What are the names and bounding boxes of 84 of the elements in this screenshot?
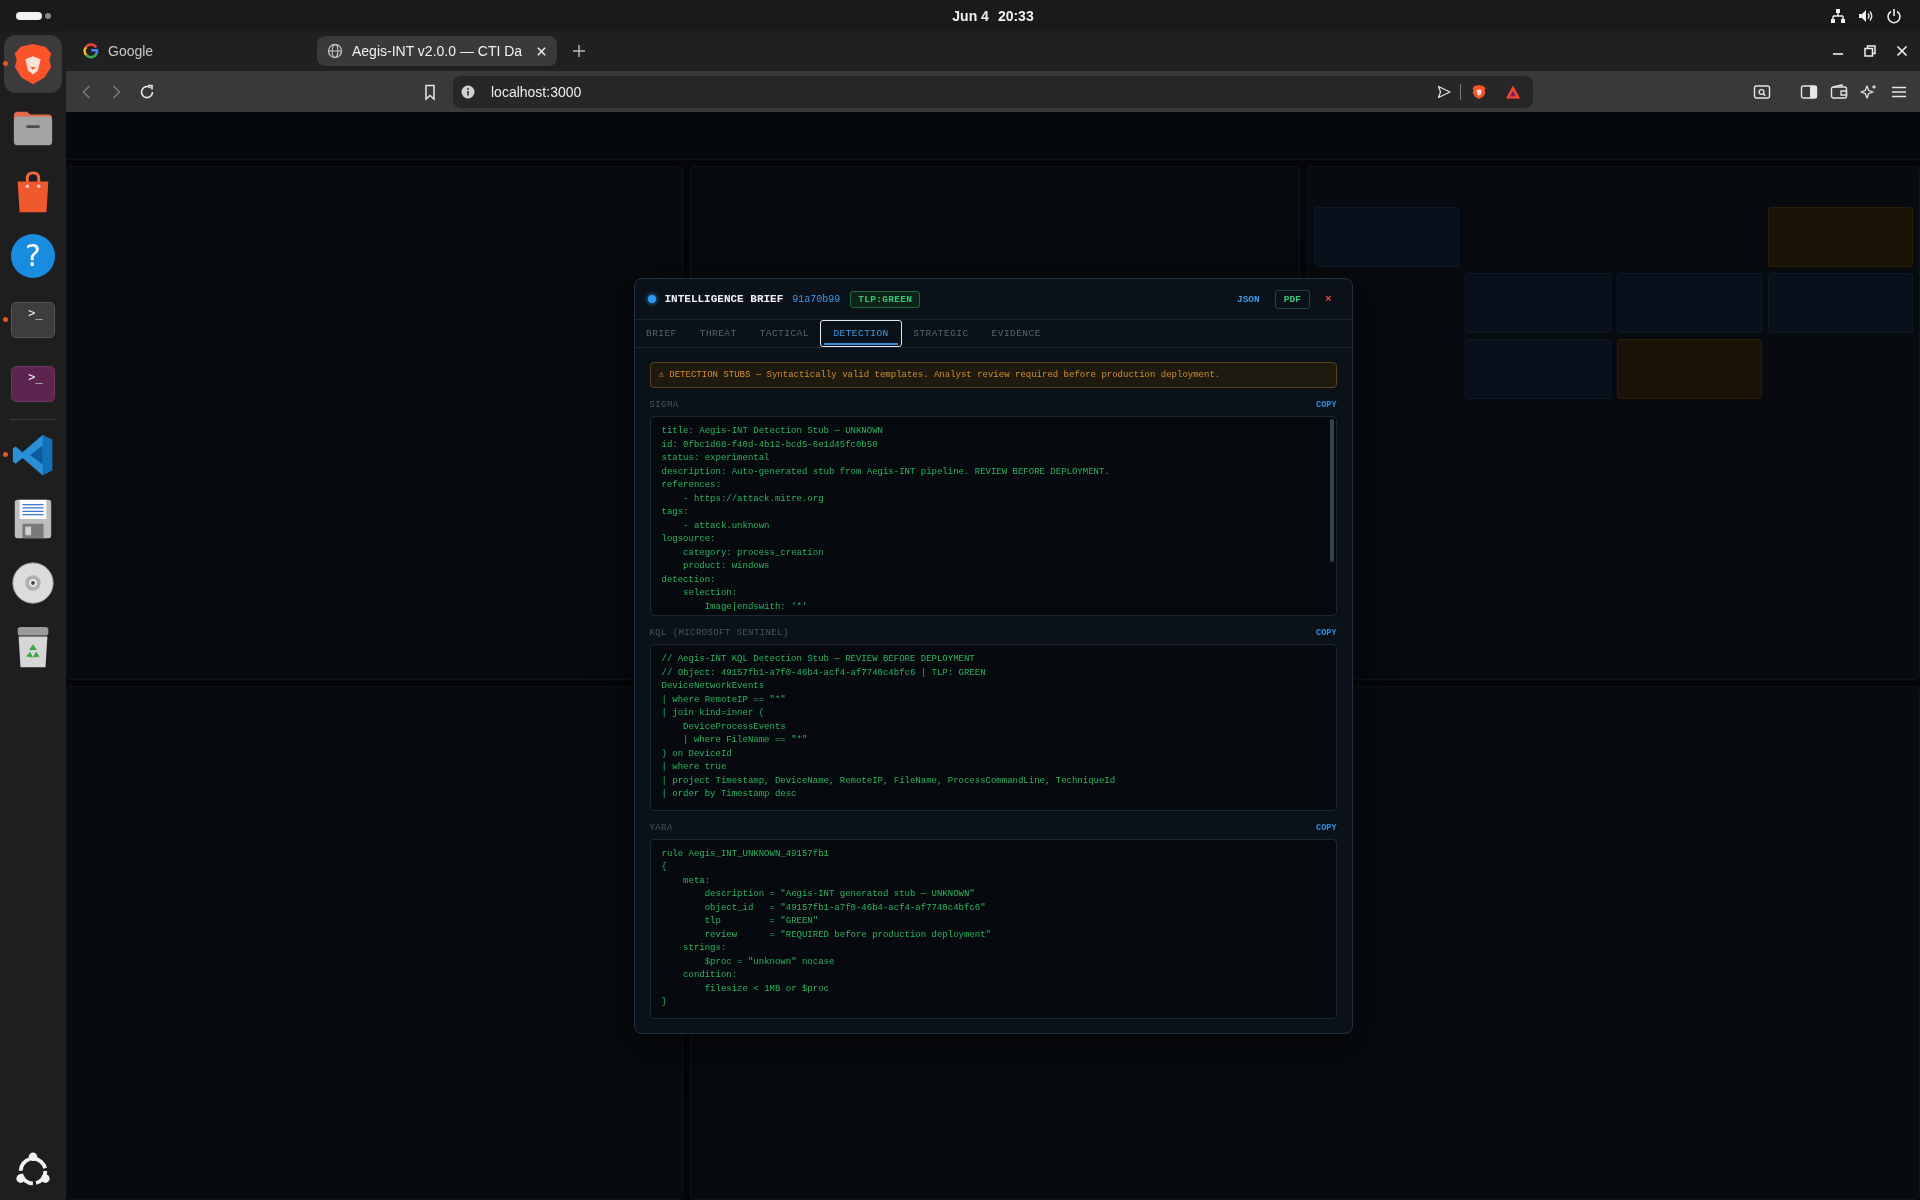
clock-button[interactable]: Jun 4 20:33 xyxy=(952,6,1034,25)
reload-icon[interactable] xyxy=(138,82,156,101)
code-line: | where FileName == "*" xyxy=(683,735,808,746)
code-line: | order by Timestamp desc xyxy=(661,789,797,800)
code-line: condition: xyxy=(683,970,738,981)
browser-tab[interactable]: Aegis-INT v2.0.0 — CTI Da xyxy=(317,36,557,66)
tab[interactable]: THREAT xyxy=(688,320,749,348)
section-label: YARA xyxy=(649,822,673,833)
restore-icon[interactable] xyxy=(1863,44,1877,58)
code-line: description = "Aegis-INT generated stub — UNKNOWN" xyxy=(704,889,975,900)
close-button[interactable]: × xyxy=(1324,293,1332,306)
code-line: DeviceNetworkEvents xyxy=(661,681,765,692)
code-line: description: Auto-generated stub from Aegis-INT pipeline. REVIEW BEFORE DEPLOYMENT. xyxy=(661,466,1110,477)
terminal-icon[interactable]: >_ xyxy=(11,302,55,338)
network-icon[interactable] xyxy=(1830,7,1846,24)
terminal-icon[interactable]: >_ xyxy=(11,366,55,402)
code-line: id: 0fbc1d68-f40d-4b12-bcd5-6e1d45fc0b50 xyxy=(661,439,878,450)
tab[interactable]: BRIEF xyxy=(634,320,689,348)
section-label: SIGMA xyxy=(649,400,679,411)
tab[interactable]: DETECTION xyxy=(820,320,902,348)
code-line: ) on DeviceId xyxy=(661,748,732,759)
close-icon[interactable] xyxy=(1895,44,1909,58)
help-icon[interactable]: ? xyxy=(11,234,55,278)
workspace-indicator-icon[interactable] xyxy=(16,10,52,21)
json-export-link[interactable]: JSON xyxy=(1236,293,1260,305)
code-line: selection: xyxy=(683,588,738,599)
code-line: - https://attack.mitre.org xyxy=(683,493,824,504)
scrollbar[interactable] xyxy=(1329,419,1334,562)
object-id: 91a70b99 xyxy=(792,293,841,305)
code-line: } xyxy=(661,997,667,1008)
window-search-icon[interactable] xyxy=(1753,82,1771,101)
address-field[interactable]: localhost:3000 xyxy=(453,75,1533,108)
code-line: tlp = "GREEN" xyxy=(704,916,819,927)
code-line: product: windows xyxy=(683,561,770,572)
code-line: - attack.unknown xyxy=(683,520,770,531)
dock-item[interactable] xyxy=(4,35,62,93)
code-line: // Object: 49157fb1-a7f0-46b4-acf4-af7740c4bfc6 | TLP: GREEN xyxy=(661,667,986,678)
send-icon[interactable] xyxy=(1436,83,1452,100)
code-line: strings: xyxy=(683,943,727,954)
code-line: Image|endswith: '*' xyxy=(704,601,808,612)
wallet-icon[interactable] xyxy=(1830,82,1848,101)
warning-banner: ⚠ DETECTION STUBS — Syntactically valid templates. Analyst review required before production deployment. xyxy=(649,362,1337,389)
g-logo-icon xyxy=(83,43,99,59)
power-icon[interactable] xyxy=(1886,7,1902,24)
code-line: meta: xyxy=(683,875,711,886)
tab[interactable]: STRATEGIC xyxy=(901,320,981,348)
code-line: title: Aegis-INT Detection Stub — UNKNOWN xyxy=(661,426,883,437)
code-line: references: xyxy=(661,480,721,491)
plus-icon[interactable] xyxy=(571,43,587,59)
code-line: | where true xyxy=(661,762,727,773)
info-icon[interactable] xyxy=(461,84,475,99)
code-line: { xyxy=(661,862,667,873)
close-icon[interactable] xyxy=(536,45,547,57)
pdf-export-button[interactable]: PDF xyxy=(1274,289,1310,309)
copy-button[interactable]: COPY xyxy=(1316,400,1337,411)
status-dot-icon xyxy=(647,295,656,304)
tab[interactable]: TACTICAL xyxy=(748,320,821,348)
triangle-icon[interactable] xyxy=(1505,83,1521,100)
globe-icon xyxy=(327,43,343,59)
code-line: $proc = "unknown" nocase xyxy=(704,956,835,967)
shield-icon[interactable] xyxy=(1471,83,1487,100)
code-line: object_id = "49157fb1-a7f0-46b4-acf4-af7740c4bfc6" xyxy=(704,902,986,913)
tab[interactable]: EVIDENCE xyxy=(980,320,1053,348)
code-line: status: experimental xyxy=(661,453,770,464)
code-line: | join kind=inner ( xyxy=(661,708,765,719)
code-line: filesize < 1MB or $proc xyxy=(704,983,829,994)
section-label: KQL (MICROSOFT SENTINEL) xyxy=(649,628,789,639)
code-line: category: process_creation xyxy=(683,547,824,558)
code-line: DeviceProcessEvents xyxy=(683,721,786,732)
tlp-tag: TLP:GREEN xyxy=(850,290,921,308)
code-line: // Aegis-INT KQL Detection Stub — REVIEW BEFORE DEPLOYMENT xyxy=(661,654,975,665)
copy-button[interactable]: COPY xyxy=(1316,822,1337,833)
code-line: detection: xyxy=(661,574,716,585)
copy-button[interactable]: COPY xyxy=(1316,628,1337,639)
code-line: | where RemoteIP == "*" xyxy=(661,694,786,705)
dialog-title: INTELLIGENCE BRIEF xyxy=(664,293,784,306)
code-line: review = "REQUIRED before production deployment" xyxy=(704,929,991,940)
sidebar-icon[interactable] xyxy=(1800,82,1818,101)
browser-tab[interactable]: Google xyxy=(73,36,313,66)
code-line: | project Timestamp, DeviceName, RemoteIP, FileName, ProcessCommandLine, TechniqueId xyxy=(661,775,1116,786)
code-line: tags: xyxy=(661,507,689,518)
code-line: logsource: xyxy=(661,534,716,545)
code-line: rule Aegis_INT_UNKNOWN_49157fb1 xyxy=(661,848,829,859)
disc-icon[interactable] xyxy=(10,560,56,606)
